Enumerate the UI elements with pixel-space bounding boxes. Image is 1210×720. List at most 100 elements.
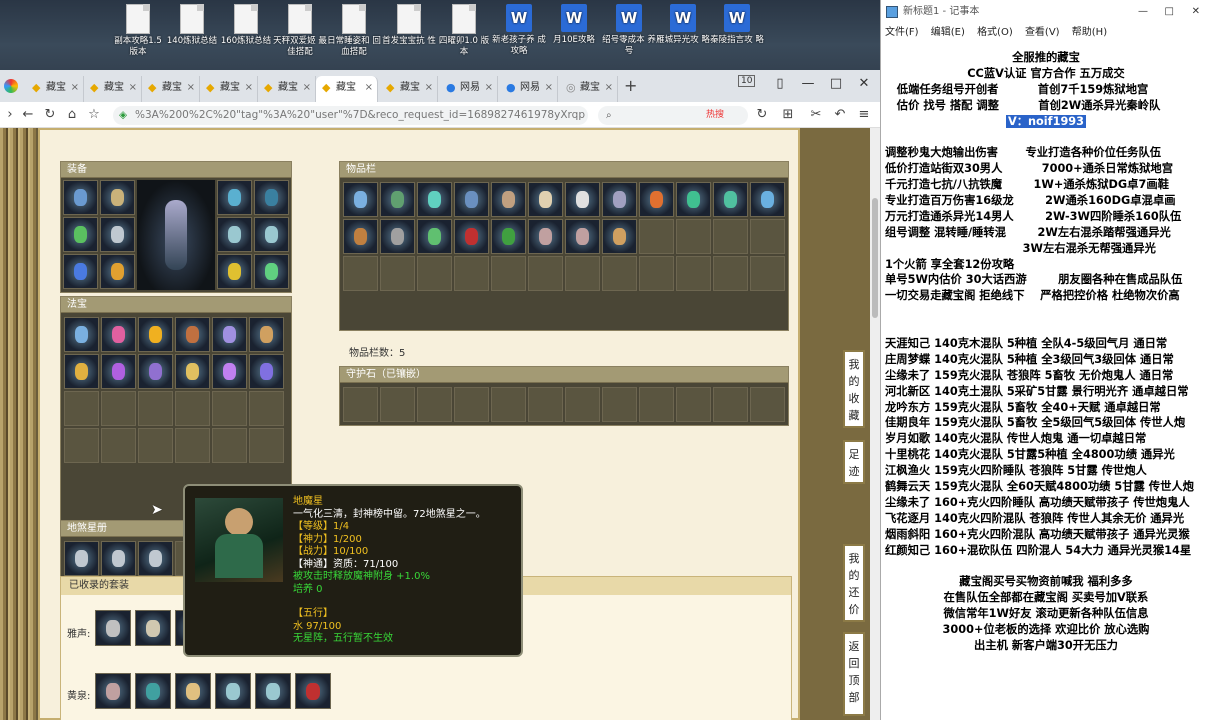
empty-slot[interactable] xyxy=(249,391,284,426)
tab-active[interactable]: ◆ 藏宝 × xyxy=(316,76,378,102)
search-input[interactable]: ⌕ 热搜 xyxy=(598,106,748,125)
inventory-slot[interactable] xyxy=(602,219,637,254)
empty-slot[interactable] xyxy=(713,219,748,254)
equipment-slot[interactable] xyxy=(100,254,135,289)
treasure-slot[interactable] xyxy=(138,354,173,389)
equipment-slot[interactable] xyxy=(63,217,98,252)
tab[interactable]: ◎ 藏宝 × xyxy=(560,76,618,102)
equipment-slot[interactable] xyxy=(63,180,98,215)
inventory-slot[interactable] xyxy=(380,182,415,217)
notepad-text-area[interactable]: 全服推的藏宝 CC蓝V认证 官方合作 五万成交 低端任务组号开创者 首创7千159… xyxy=(885,50,1207,654)
equipment-slot[interactable] xyxy=(217,180,252,215)
browser-logo-icon[interactable] xyxy=(4,79,18,93)
close-icon[interactable]: × xyxy=(425,76,433,100)
empty-slot[interactable] xyxy=(602,387,637,422)
empty-slot[interactable] xyxy=(101,428,136,463)
set-item-slot[interactable] xyxy=(135,610,171,646)
close-icon[interactable]: × xyxy=(485,76,493,100)
set-item-slot[interactable] xyxy=(255,673,291,709)
inventory-slot[interactable] xyxy=(454,182,489,217)
equipment-slot[interactable] xyxy=(217,254,252,289)
equipment-slot[interactable] xyxy=(254,217,289,252)
empty-slot[interactable] xyxy=(454,256,489,291)
desktop-icon[interactable]: W 绍号零成本 养号 xyxy=(601,4,657,57)
nav-footprint[interactable]: 足迹 xyxy=(843,440,865,484)
empty-slot[interactable] xyxy=(64,391,99,426)
equipment-slot[interactable] xyxy=(217,217,252,252)
inventory-slot[interactable] xyxy=(528,219,563,254)
close-icon[interactable]: × xyxy=(545,76,553,100)
desktop-icon[interactable]: W 新老孩子养 成攻略 xyxy=(491,4,547,57)
desktop-icon[interactable]: 160炼狱总结 xyxy=(218,4,274,47)
desktop-icon[interactable]: 140炼狱总结 xyxy=(164,4,220,47)
close-icon[interactable]: × xyxy=(365,76,373,100)
treasure-slot[interactable] xyxy=(64,317,99,352)
star-card-slot[interactable] xyxy=(101,541,136,576)
close-icon[interactable]: × xyxy=(303,76,311,100)
inventory-slot[interactable] xyxy=(491,219,526,254)
empty-slot[interactable] xyxy=(713,387,748,422)
tab[interactable]: ◆ 藏宝 × xyxy=(258,76,316,102)
inventory-slot[interactable] xyxy=(343,219,378,254)
equipment-slot[interactable] xyxy=(63,254,98,289)
inventory-slot[interactable] xyxy=(565,219,600,254)
menu-icon[interactable]: ≡ xyxy=(856,107,872,122)
scrollbar-thumb[interactable] xyxy=(872,198,878,318)
treasure-slot[interactable] xyxy=(249,354,284,389)
tab[interactable]: ◆ 藏宝 × xyxy=(26,76,84,102)
tab[interactable]: ◆ 藏宝 × xyxy=(84,76,142,102)
treasure-slot[interactable] xyxy=(249,317,284,352)
equipment-slot[interactable] xyxy=(254,180,289,215)
close-window-button[interactable]: ✕ xyxy=(1192,0,1200,24)
tab[interactable]: ◆ 藏宝 × xyxy=(380,76,438,102)
set-item-slot[interactable] xyxy=(95,673,131,709)
empty-slot[interactable] xyxy=(417,256,452,291)
set-item-slot[interactable] xyxy=(135,673,171,709)
empty-slot[interactable] xyxy=(249,428,284,463)
close-icon[interactable]: × xyxy=(245,76,253,100)
inventory-slot[interactable] xyxy=(750,182,785,217)
bookmark-star-icon[interactable]: ☆ xyxy=(86,107,102,122)
empty-slot[interactable] xyxy=(639,387,674,422)
menu-edit[interactable]: 编辑(E) xyxy=(931,27,965,38)
close-icon[interactable]: × xyxy=(605,76,613,100)
maximize-button[interactable]: □ xyxy=(822,76,850,91)
empty-slot[interactable] xyxy=(138,391,173,426)
grid-icon[interactable]: ⊞ xyxy=(780,107,796,122)
tab-count-badge[interactable]: 10 xyxy=(738,75,756,87)
desktop-icon[interactable]: 日常睡姿和 回血搭配 xyxy=(326,4,382,58)
treasure-slot[interactable] xyxy=(212,354,247,389)
empty-slot[interactable] xyxy=(639,256,674,291)
empty-slot[interactable] xyxy=(676,387,711,422)
empty-slot[interactable] xyxy=(750,387,785,422)
empty-slot[interactable] xyxy=(676,256,711,291)
empty-slot[interactable] xyxy=(380,256,415,291)
empty-slot[interactable] xyxy=(343,256,378,291)
empty-slot[interactable] xyxy=(565,387,600,422)
minimize-button[interactable]: — xyxy=(794,76,822,91)
empty-slot[interactable] xyxy=(175,391,210,426)
equipment-slot[interactable] xyxy=(254,254,289,289)
desktop-icon[interactable]: W 雁城异光攻 略 xyxy=(655,4,711,46)
empty-slot[interactable] xyxy=(101,391,136,426)
tab[interactable]: ◆ 藏宝 × xyxy=(142,76,200,102)
menu-format[interactable]: 格式(O) xyxy=(977,27,1013,38)
empty-slot[interactable] xyxy=(528,387,563,422)
menu-view[interactable]: 查看(V) xyxy=(1025,27,1060,38)
maximize-button[interactable]: □ xyxy=(1165,0,1174,24)
close-icon[interactable]: × xyxy=(71,76,79,100)
treasure-slot[interactable] xyxy=(175,317,210,352)
inventory-slot[interactable] xyxy=(676,182,711,217)
scissors-icon[interactable]: ✂ xyxy=(808,107,824,122)
star-card-slot[interactable] xyxy=(64,541,99,576)
nav-back-to-top[interactable]: 返回顶部 xyxy=(843,632,865,716)
desktop-icon[interactable]: 副本攻略1.5 版本 xyxy=(110,4,166,58)
close-icon[interactable]: × xyxy=(129,76,137,100)
nav-my-counteroffers[interactable]: 我的还价 xyxy=(843,544,865,622)
empty-slot[interactable] xyxy=(380,387,415,422)
empty-slot[interactable] xyxy=(713,256,748,291)
inventory-slot[interactable] xyxy=(602,182,637,217)
empty-slot[interactable] xyxy=(138,428,173,463)
inventory-slot[interactable] xyxy=(343,182,378,217)
forward-icon[interactable]: › xyxy=(2,107,18,122)
